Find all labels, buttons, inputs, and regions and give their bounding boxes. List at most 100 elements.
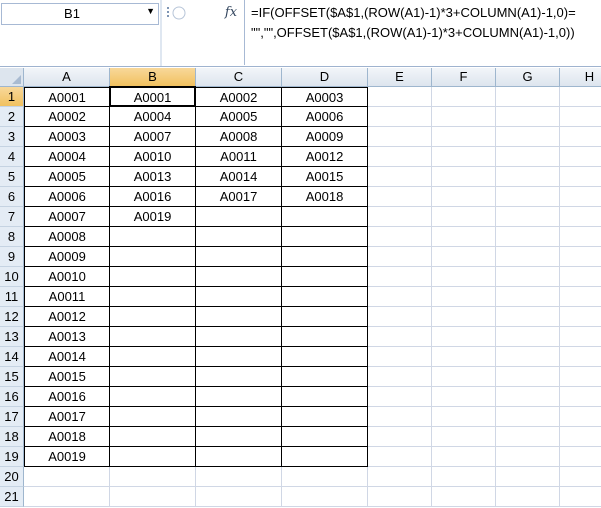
row-header-18[interactable]: 18 (0, 427, 24, 447)
cell-h19[interactable] (560, 447, 601, 467)
cell-b5[interactable]: A0013 (110, 167, 196, 187)
cell-e2[interactable] (368, 107, 432, 127)
row-header-15[interactable]: 15 (0, 367, 24, 387)
row-header-8[interactable]: 8 (0, 227, 24, 247)
cell-h2[interactable] (560, 107, 601, 127)
cell-f11[interactable] (432, 287, 496, 307)
cell-b8[interactable] (110, 227, 196, 247)
cell-h11[interactable] (560, 287, 601, 307)
cell-g5[interactable] (496, 167, 560, 187)
cell-a17[interactable]: A0017 (24, 407, 110, 427)
cell-c19[interactable] (196, 447, 282, 467)
cell-a14[interactable]: A0014 (24, 347, 110, 367)
cell-g16[interactable] (496, 387, 560, 407)
cell-b20[interactable] (110, 467, 196, 487)
cell-f19[interactable] (432, 447, 496, 467)
column-header-b[interactable]: B (110, 68, 196, 87)
cell-e9[interactable] (368, 247, 432, 267)
cell-a4[interactable]: A0004 (24, 147, 110, 167)
cell-h1[interactable] (560, 87, 601, 107)
row-header-1[interactable]: 1 (0, 87, 24, 107)
cell-g2[interactable] (496, 107, 560, 127)
insert-function-button[interactable]: fx (220, 3, 242, 23)
cell-b2[interactable]: A0004 (110, 107, 196, 127)
row-header-14[interactable]: 14 (0, 347, 24, 367)
cell-h20[interactable] (560, 467, 601, 487)
cell-a13[interactable]: A0013 (24, 327, 110, 347)
cell-a9[interactable]: A0009 (24, 247, 110, 267)
cell-a18[interactable]: A0018 (24, 427, 110, 447)
formula-text-line-1[interactable]: =IF(OFFSET($A$1,(ROW(A1)-1)*3+COLUMN(A1)… (251, 5, 576, 20)
cell-f2[interactable] (432, 107, 496, 127)
cell-d20[interactable] (282, 467, 368, 487)
cell-a10[interactable]: A0010 (24, 267, 110, 287)
formula-text-line-2[interactable]: "","",OFFSET($A$1,(ROW(A1)-1)*3+COLUMN(A… (251, 25, 575, 40)
cell-e1[interactable] (368, 87, 432, 107)
cell-b10[interactable] (110, 267, 196, 287)
cell-g15[interactable] (496, 367, 560, 387)
cell-g12[interactable] (496, 307, 560, 327)
cell-d14[interactable] (282, 347, 368, 367)
cell-h4[interactable] (560, 147, 601, 167)
cell-c13[interactable] (196, 327, 282, 347)
column-header-f[interactable]: F (432, 68, 496, 87)
cell-f20[interactable] (432, 467, 496, 487)
column-header-a[interactable]: A (24, 68, 110, 87)
cell-e21[interactable] (368, 487, 432, 507)
cell-h7[interactable] (560, 207, 601, 227)
cell-h9[interactable] (560, 247, 601, 267)
cell-b4[interactable]: A0010 (110, 147, 196, 167)
cell-c12[interactable] (196, 307, 282, 327)
formula-input[interactable]: =IF(OFFSET($A$1,(ROW(A1)-1)*3+COLUMN(A1)… (244, 0, 601, 65)
cell-f17[interactable] (432, 407, 496, 427)
cell-h5[interactable] (560, 167, 601, 187)
cell-h6[interactable] (560, 187, 601, 207)
cell-g8[interactable] (496, 227, 560, 247)
cell-g11[interactable] (496, 287, 560, 307)
cell-g18[interactable] (496, 427, 560, 447)
cell-a11[interactable]: A0011 (24, 287, 110, 307)
cell-d21[interactable] (282, 487, 368, 507)
cell-e6[interactable] (368, 187, 432, 207)
cell-d4[interactable]: A0012 (282, 147, 368, 167)
cell-d17[interactable] (282, 407, 368, 427)
row-header-12[interactable]: 12 (0, 307, 24, 327)
cell-f10[interactable] (432, 267, 496, 287)
cell-e13[interactable] (368, 327, 432, 347)
row-header-20[interactable]: 20 (0, 467, 24, 487)
cell-e10[interactable] (368, 267, 432, 287)
cell-b19[interactable] (110, 447, 196, 467)
cell-c3[interactable]: A0008 (196, 127, 282, 147)
cell-d2[interactable]: A0006 (282, 107, 368, 127)
cell-d13[interactable] (282, 327, 368, 347)
cell-f9[interactable] (432, 247, 496, 267)
cell-c1[interactable]: A0002 (196, 87, 282, 107)
cell-d10[interactable] (282, 267, 368, 287)
row-header-3[interactable]: 3 (0, 127, 24, 147)
cell-a1[interactable]: A0001 (24, 87, 110, 107)
cell-b16[interactable] (110, 387, 196, 407)
formula-bar-splitter[interactable] (160, 0, 162, 66)
cell-f16[interactable] (432, 387, 496, 407)
cell-b18[interactable] (110, 427, 196, 447)
cell-d9[interactable] (282, 247, 368, 267)
cell-e20[interactable] (368, 467, 432, 487)
row-header-17[interactable]: 17 (0, 407, 24, 427)
name-box-value[interactable]: B1 (2, 6, 142, 21)
cell-d12[interactable] (282, 307, 368, 327)
cell-b1[interactable]: A0001 (110, 87, 196, 107)
cell-b11[interactable] (110, 287, 196, 307)
cell-e17[interactable] (368, 407, 432, 427)
row-header-19[interactable]: 19 (0, 447, 24, 467)
cell-c14[interactable] (196, 347, 282, 367)
cell-d18[interactable] (282, 427, 368, 447)
cell-e11[interactable] (368, 287, 432, 307)
cell-d6[interactable]: A0018 (282, 187, 368, 207)
cell-g10[interactable] (496, 267, 560, 287)
cell-a20[interactable] (24, 467, 110, 487)
cell-e14[interactable] (368, 347, 432, 367)
cell-b9[interactable] (110, 247, 196, 267)
column-header-e[interactable]: E (368, 68, 432, 87)
cell-c16[interactable] (196, 387, 282, 407)
cell-a16[interactable]: A0016 (24, 387, 110, 407)
